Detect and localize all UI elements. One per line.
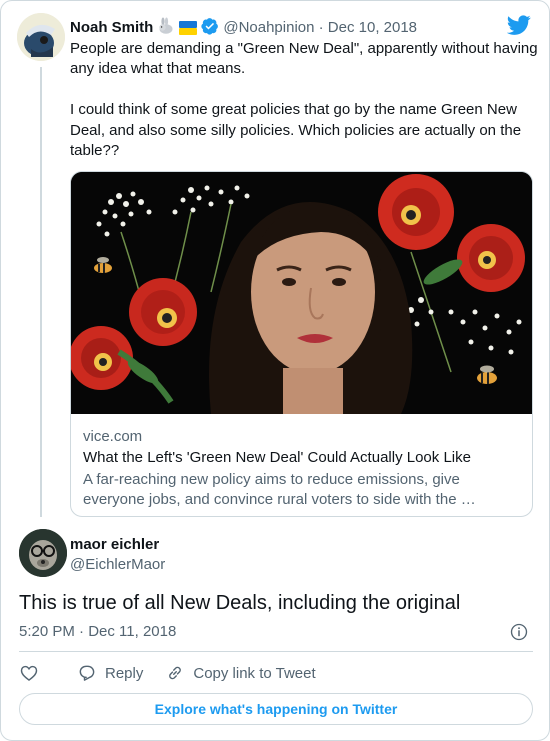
ukraine-flag-emoji bbox=[179, 21, 198, 35]
like-button[interactable] bbox=[19, 663, 47, 683]
main-tweet-text: This is true of all New Deals, including… bbox=[19, 592, 461, 614]
main-tweet-timestamp[interactable]: 5:20 PM · Dec 11, 2018 bbox=[19, 622, 176, 642]
reply-label: Reply bbox=[105, 664, 144, 682]
quoted-tweet-text: People are demanding a "Green New Deal",… bbox=[70, 39, 540, 161]
rabbit-emoji bbox=[159, 17, 173, 34]
thread-line bbox=[40, 67, 42, 517]
main-author-name[interactable]: maor eichler bbox=[70, 535, 159, 555]
verified-badge-icon bbox=[201, 18, 219, 35]
link-preview-card[interactable]: vice.com What the Left's 'Green New Deal… bbox=[70, 171, 533, 517]
quoted-tweet-paragraph-1: People are demanding a "Green New Deal",… bbox=[70, 40, 542, 78]
info-icon[interactable] bbox=[509, 622, 529, 642]
noah-smith-avatar[interactable] bbox=[17, 13, 65, 61]
reply-icon bbox=[79, 665, 95, 681]
tweet-actions: Reply Copy link to Tweet bbox=[19, 661, 338, 685]
divider bbox=[19, 651, 533, 652]
link-domain: vice.com bbox=[83, 428, 143, 445]
link-title[interactable]: What the Left's 'Green New Deal' Could A… bbox=[83, 448, 523, 468]
heart-icon bbox=[20, 665, 38, 681]
link-preview-text: vice.com What the Left's 'Green New Deal… bbox=[83, 427, 523, 510]
quoted-tweet-paragraph-2: I could think of some great policies tha… bbox=[70, 101, 526, 160]
reply-button[interactable]: Reply bbox=[77, 663, 143, 683]
copy-link-label: Copy link to Tweet bbox=[193, 664, 316, 682]
embedded-tweet-card: Noah Smith @Noahpinion · Dec 10, 2018 Pe… bbox=[0, 0, 550, 741]
twitter-bird-icon[interactable] bbox=[507, 13, 531, 37]
author-name[interactable]: Noah Smith bbox=[70, 19, 153, 36]
handle-and-date[interactable]: @Noahpinion · Dec 10, 2018 bbox=[223, 19, 417, 36]
link-description: A far-reaching new policy aims to reduce… bbox=[83, 471, 476, 508]
explore-twitter-button[interactable]: Explore what's happening on Twitter bbox=[19, 693, 533, 725]
maor-eichler-avatar[interactable] bbox=[19, 529, 67, 577]
copy-link-button[interactable]: Copy link to Tweet bbox=[165, 663, 316, 683]
quoted-tweet-header: Noah Smith @Noahpinion · Dec 10, 2018 bbox=[70, 17, 417, 38]
main-author-handle[interactable]: @EichlerMaor bbox=[70, 555, 165, 575]
link-preview-image[interactable] bbox=[71, 172, 532, 414]
link-icon bbox=[169, 666, 182, 680]
